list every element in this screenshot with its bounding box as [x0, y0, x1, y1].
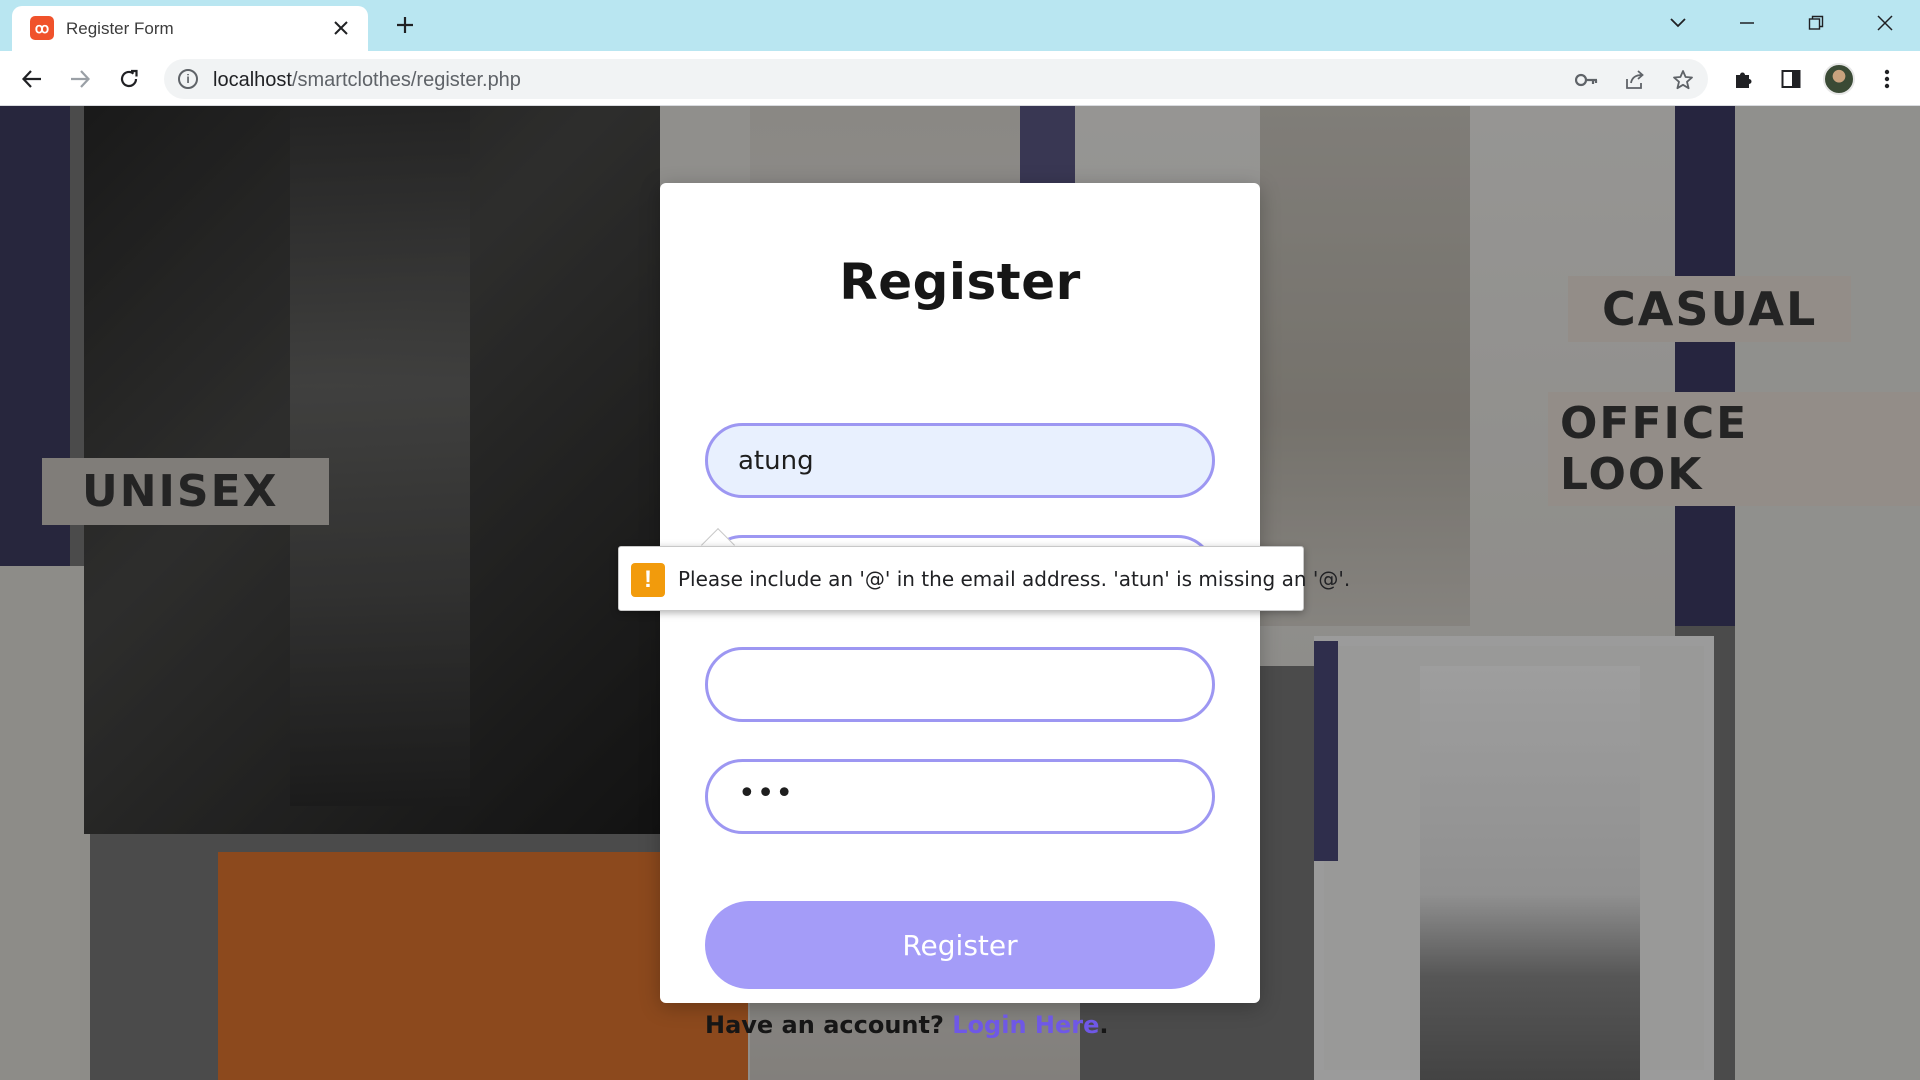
validation-tooltip: ! Please include an '@' in the email add… [618, 546, 1350, 611]
tab-title: Register Form [66, 19, 174, 38]
account-prompt-text: Have an account? [705, 1011, 944, 1039]
confirm-password-value: ••• [738, 776, 795, 811]
share-icon[interactable] [1622, 67, 1648, 93]
side-panel-icon[interactable] [1776, 64, 1806, 94]
address-bar[interactable]: i localhost/smartclothes/register.php [164, 59, 1708, 99]
reload-icon[interactable] [113, 63, 145, 95]
extensions-puzzle-icon[interactable] [1728, 64, 1758, 94]
browser-tab[interactable]: ꝏ Register Form [12, 6, 368, 51]
minimize-window-icon[interactable] [1727, 6, 1767, 40]
back-arrow-icon[interactable] [16, 63, 48, 95]
browser-toolbar: i localhost/smartclothes/register.php [0, 51, 1920, 106]
confirm-password-field[interactable]: ••• [705, 759, 1215, 834]
page-viewport: UNISEX CASUAL OFFICE LOOK Register atung… [0, 106, 1920, 1080]
bookmark-star-icon[interactable] [1670, 67, 1696, 93]
new-tab-button[interactable] [388, 8, 422, 42]
url-host: localhost [213, 69, 292, 91]
close-tab-icon[interactable] [328, 15, 354, 41]
url-path: /smartclothes/register.php [291, 69, 521, 91]
forward-arrow-icon[interactable] [64, 63, 96, 95]
restore-window-icon[interactable] [1796, 6, 1836, 40]
validation-message: Please include an '@' in the email addre… [678, 567, 1351, 591]
username-value: atung [738, 446, 814, 476]
site-info-icon[interactable]: i [178, 69, 198, 89]
password-field[interactable] [705, 647, 1215, 722]
profile-avatar[interactable] [1823, 63, 1855, 95]
close-window-icon[interactable] [1865, 6, 1905, 40]
browser-tab-bar: ꝏ Register Form [0, 0, 1920, 51]
login-link[interactable]: Login Here [952, 1011, 1099, 1039]
register-button[interactable]: Register [705, 901, 1215, 989]
xampp-favicon-icon: ꝏ [30, 16, 54, 40]
warning-icon: ! [631, 563, 665, 597]
url-text[interactable]: localhost/smartclothes/register.php [213, 69, 521, 92]
username-field[interactable]: atung [705, 423, 1215, 498]
account-prompt: Have an account? Login Here. [705, 1011, 1109, 1039]
tab-search-chevron-icon[interactable] [1658, 6, 1698, 40]
account-prompt-period: . [1099, 1011, 1109, 1039]
register-title: Register [839, 253, 1081, 311]
more-menu-icon[interactable] [1872, 64, 1902, 94]
password-key-icon[interactable] [1574, 67, 1600, 93]
